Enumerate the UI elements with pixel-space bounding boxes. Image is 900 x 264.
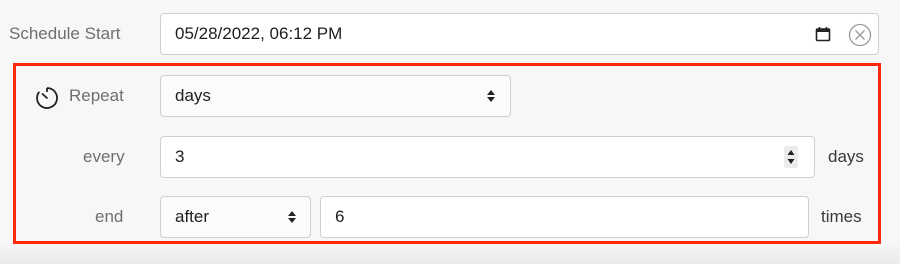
repeat-section-highlight xyxy=(13,63,881,244)
clear-circle-icon[interactable] xyxy=(848,23,872,47)
calendar-icon[interactable] xyxy=(815,26,831,42)
schedule-start-input[interactable]: 05/28/2022, 06:12 PM xyxy=(160,13,879,55)
schedule-start-value: 05/28/2022, 06:12 PM xyxy=(175,24,343,43)
bottom-divider xyxy=(0,247,900,264)
schedule-start-label: Schedule Start xyxy=(9,24,121,43)
